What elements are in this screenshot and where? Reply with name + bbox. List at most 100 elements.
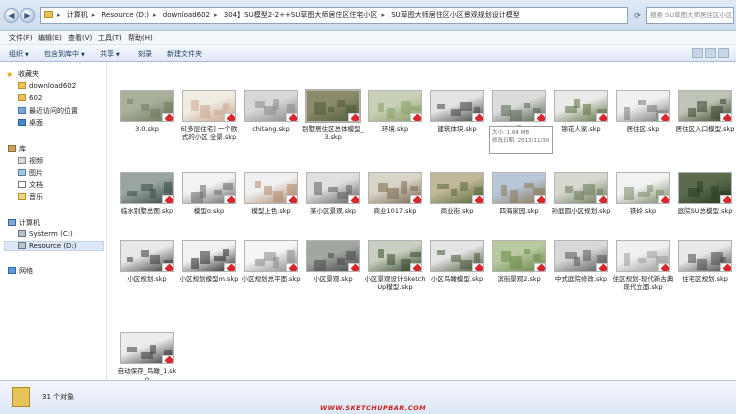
nav-label: download602 — [29, 82, 77, 90]
sketchup-icon — [286, 263, 297, 271]
file-item[interactable]: 商业1017.skp — [364, 172, 426, 228]
model-block — [533, 188, 545, 195]
nav-item-documents[interactable]: 文档 — [18, 180, 43, 190]
nav-item-c-drive[interactable]: Systerm (C:) — [18, 230, 73, 238]
breadcrumb-item[interactable]: download602 — [161, 8, 212, 23]
view-options-icon[interactable] — [692, 48, 703, 58]
nav-item-music[interactable]: 音乐 — [18, 192, 43, 202]
nav-label: 计算机 — [19, 219, 40, 227]
organize-button[interactable]: 组织 ▼ — [9, 49, 29, 59]
file-thumbnail — [244, 240, 298, 272]
file-thumbnail — [368, 172, 422, 204]
file-item[interactable]: 临水别墅总图.skp — [116, 172, 178, 228]
breadcrumb-item[interactable]: Resource (D:) — [100, 8, 152, 23]
menu-file[interactable]: 文件(F) — [9, 33, 33, 43]
nav-item-videos[interactable]: 视频 — [18, 156, 43, 166]
file-item[interactable]: 小区鸟瞰模型.skp — [426, 240, 488, 296]
file-thumbnail — [554, 90, 608, 122]
breadcrumb[interactable]: ▸ 计算机 ▸ Resource (D:) ▸ download602 ▸ 304】S… — [40, 7, 628, 24]
nav-label: 图片 — [29, 169, 43, 177]
file-item[interactable]: 3.0.skp — [116, 90, 178, 146]
model-block — [255, 181, 261, 188]
file-item[interactable]: 环境.skp — [364, 90, 426, 146]
file-item[interactable]: 锦花人家.skp — [550, 90, 612, 146]
burn-button[interactable]: 刻录 — [138, 49, 152, 59]
file-item[interactable]: 别墅居住区总体模型_3.skp — [302, 89, 364, 146]
file-item[interactable]: 铁岭.skp — [612, 172, 674, 228]
file-item[interactable]: 小区景观设计SketchUp模型.skp — [364, 240, 426, 296]
include-in-library-button[interactable]: 包含到库中 ▼ — [44, 49, 85, 59]
menu-tools[interactable]: 工具(T) — [98, 33, 122, 43]
model-block — [164, 102, 173, 113]
file-item[interactable]: 庭院SU总模型.skp — [674, 172, 736, 228]
file-thumbnail — [120, 90, 174, 122]
nav-item-602[interactable]: 602 — [18, 94, 42, 102]
new-folder-button[interactable]: 新建文件夹 — [167, 49, 202, 59]
model-block — [127, 257, 133, 262]
back-button[interactable]: ◀ — [4, 8, 19, 23]
file-item[interactable]: 模型o.skp — [178, 172, 240, 228]
file-item[interactable]: 6[多层住宅] 一个欧式的小区 全景.skp — [178, 90, 240, 146]
model-block — [401, 181, 407, 194]
nav-item-desktop[interactable]: 桌面 — [18, 118, 43, 128]
menu-edit[interactable]: 编辑(E) — [38, 33, 62, 43]
model-block — [223, 103, 229, 110]
preview-pane-icon[interactable] — [705, 48, 716, 58]
file-item[interactable]: 某小区景观.skp — [302, 172, 364, 228]
model-block — [214, 190, 222, 195]
file-name: 别墅居住区总体模型_3.skp — [302, 125, 364, 141]
sketchup-icon — [162, 263, 173, 271]
sketchup-icon — [348, 195, 359, 203]
nav-libraries[interactable]: 库 — [8, 144, 26, 154]
nav-network[interactable]: 网络 — [8, 266, 33, 276]
file-name: 居住区.skp — [626, 125, 660, 133]
share-button[interactable]: 共享 ▼ — [100, 49, 120, 59]
file-item[interactable]: 居住区.skp — [612, 90, 674, 146]
file-item[interactable]: 小区规划.skp — [116, 240, 178, 296]
file-item[interactable]: 建筑体块.skp — [426, 90, 488, 146]
nav-item-pictures[interactable]: 图片 — [18, 168, 43, 178]
file-item[interactable]: 小区规划总平面.skp — [240, 240, 302, 296]
refresh-icon[interactable]: ⟳ — [630, 7, 645, 24]
nav-item-recent[interactable]: 最近访问的位置 — [18, 106, 78, 116]
nav-item-download602[interactable]: download602 — [18, 82, 76, 90]
file-name: 铁岭.skp — [629, 207, 657, 215]
file-item[interactable]: 孙庭圆小区规划.skp — [550, 172, 612, 228]
breadcrumb-item[interactable]: 304】SU模型2-2++SU草图大师居住区住宅小区 — [222, 8, 380, 23]
file-item[interactable]: 中式庭院修改.skp — [550, 240, 612, 296]
file-item[interactable]: 小区景观.skp — [302, 240, 364, 296]
menu-view[interactable]: 查看(V) — [68, 33, 92, 43]
breadcrumb-item[interactable]: 计算机 — [65, 8, 90, 23]
file-item[interactable]: 居住区入口模型.skp — [674, 90, 736, 146]
file-item[interactable]: 商业街.skp — [426, 172, 488, 228]
file-thumbnail — [244, 90, 298, 122]
file-list: 3.0.skp 6[多层住宅] 一个欧式的小区 全景.skp chitang.skp… — [108, 62, 736, 383]
help-icon[interactable] — [718, 48, 729, 58]
file-name: 住区规划-现代新古典现代立面.skp — [612, 275, 674, 291]
nav-favorites[interactable]: ★ 收藏夹 — [6, 69, 39, 79]
file-item[interactable]: 住区规划-现代新古典现代立面.skp — [612, 240, 674, 296]
menu-help[interactable]: 帮助(H) — [128, 33, 153, 43]
file-item[interactable]: 四海家园.skp — [488, 172, 550, 228]
file-item[interactable]: 模型上色.skp — [240, 172, 302, 228]
file-item[interactable]: 住宅区规划.skp — [674, 240, 736, 296]
file-item[interactable]: 小区规划模型m.skp — [178, 240, 240, 296]
model-block — [150, 255, 160, 264]
computer-icon — [8, 219, 16, 226]
file-item[interactable]: 滨街景观2.skp — [488, 240, 550, 296]
forward-button[interactable]: ▶ — [20, 8, 35, 23]
breadcrumb-item[interactable]: SU草图大师居住区小区景观规划设计模型 — [389, 8, 522, 23]
file-item[interactable]: chitang.skp — [240, 90, 302, 146]
file-thumbnail — [182, 172, 236, 204]
sketchup-icon — [472, 195, 483, 203]
file-name: 临水别墅总图.skp — [120, 207, 174, 215]
model-block — [314, 102, 326, 115]
file-thumbnail — [678, 240, 732, 272]
nav-computer[interactable]: 计算机 — [8, 218, 40, 228]
model-block — [273, 257, 279, 268]
explorer-window: ◀ ▶ ▸ 计算机 ▸ Resource (D:) ▸ download602 ▸ 3… — [0, 0, 736, 414]
file-name: 模型o.skp — [193, 207, 225, 215]
nav-item-d-drive[interactable]: Resource (D:) — [4, 241, 104, 251]
search-input[interactable]: 搜索 SU草图大师居住区小区景观规... — [646, 7, 734, 24]
file-thumbnail — [554, 240, 608, 272]
